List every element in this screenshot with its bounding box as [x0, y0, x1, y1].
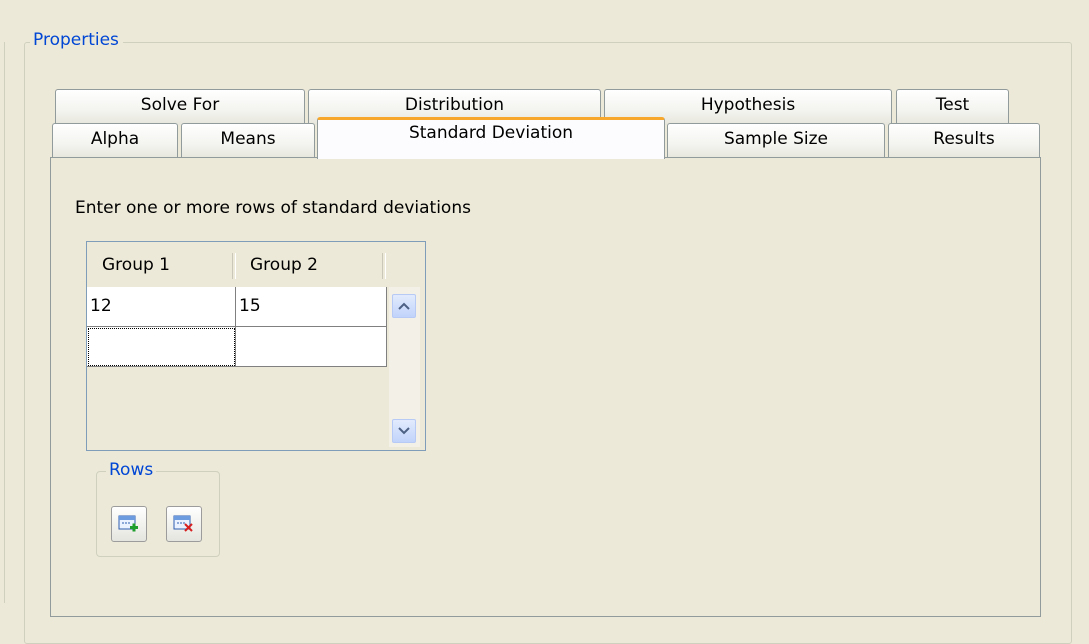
add-row-icon — [118, 515, 138, 532]
scroll-down-button[interactable] — [392, 419, 416, 443]
outer-divider — [4, 42, 5, 603]
tab-means[interactable]: Means — [181, 123, 315, 159]
scroll-up-button[interactable] — [392, 294, 416, 318]
table-cell-r1-group-1[interactable]: 12 — [87, 287, 236, 327]
table-cell-r2-group-1[interactable] — [87, 327, 236, 367]
tab-sample-size[interactable]: Sample Size — [667, 123, 885, 159]
tab-solve-for[interactable]: Solve For — [55, 89, 305, 125]
add-row-button[interactable] — [111, 506, 147, 542]
column-divider — [232, 253, 236, 279]
tab-standard-deviation[interactable]: Standard Deviation — [317, 117, 665, 159]
chevron-up-icon — [398, 302, 410, 310]
column-header-group-1[interactable]: Group 1 — [90, 250, 232, 284]
tab-test[interactable]: Test — [896, 89, 1009, 125]
delete-row-icon — [173, 515, 193, 532]
instruction-text: Enter one or more rows of standard devia… — [75, 198, 471, 218]
column-header-group-2[interactable]: Group 2 — [238, 250, 382, 284]
column-divider — [382, 253, 386, 279]
tab-results[interactable]: Results — [888, 123, 1040, 159]
delete-row-button[interactable] — [166, 506, 202, 542]
table-cell-r1-group-2[interactable]: 15 — [236, 287, 387, 327]
chevron-down-icon — [398, 427, 410, 435]
tab-alpha[interactable]: Alpha — [52, 123, 178, 159]
rows-title: Rows — [106, 460, 157, 480]
properties-title: Properties — [30, 30, 123, 50]
panel-border — [665, 157, 1041, 158]
panel-border — [50, 157, 317, 158]
table-cell-r2-group-2[interactable] — [236, 327, 387, 367]
